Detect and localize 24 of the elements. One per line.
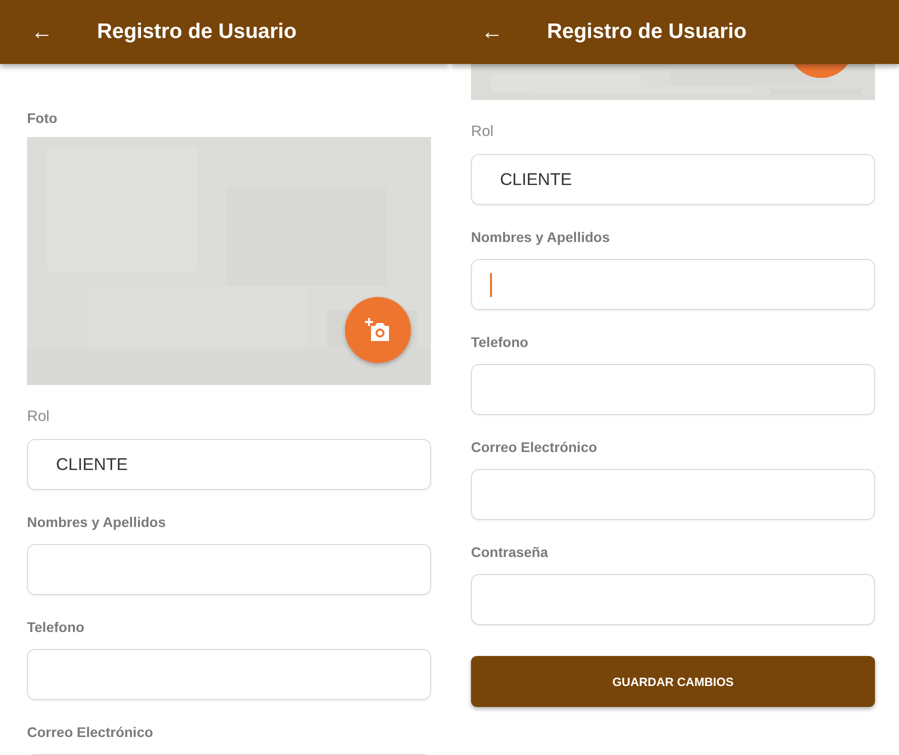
field-label: Correo Electrónico	[27, 723, 154, 742]
screen-title: Registro de Usuario	[547, 20, 747, 44]
field-label: Contraseña	[471, 543, 550, 562]
input-field[interactable]	[471, 259, 875, 310]
field-label: Rol	[471, 122, 495, 142]
input-field[interactable]	[27, 649, 431, 700]
field-label: Telefono	[471, 333, 530, 352]
field-label: Foto	[27, 109, 58, 128]
back-button[interactable]: ←	[481, 19, 547, 45]
input-field[interactable]	[471, 574, 875, 625]
back-button[interactable]: ←	[31, 19, 97, 45]
input-field[interactable]	[471, 364, 875, 415]
screen-title: Registro de Usuario	[97, 20, 297, 44]
camera-add-icon	[364, 318, 392, 342]
field-label: Nombres y Apellidos	[27, 513, 167, 532]
field-label: Correo Electrónico	[471, 438, 598, 457]
field-label: Nombres y Apellidos	[471, 228, 611, 247]
save-button[interactable]: GUARDAR CAMBIOS	[471, 656, 875, 707]
field-label: Rol	[27, 407, 51, 427]
input-field[interactable]	[471, 469, 875, 520]
input-field[interactable]	[27, 544, 431, 595]
field-label: Telefono	[27, 618, 86, 637]
role-select[interactable]: CLIENTE	[27, 439, 431, 490]
role-select[interactable]: CLIENTE	[471, 154, 875, 205]
